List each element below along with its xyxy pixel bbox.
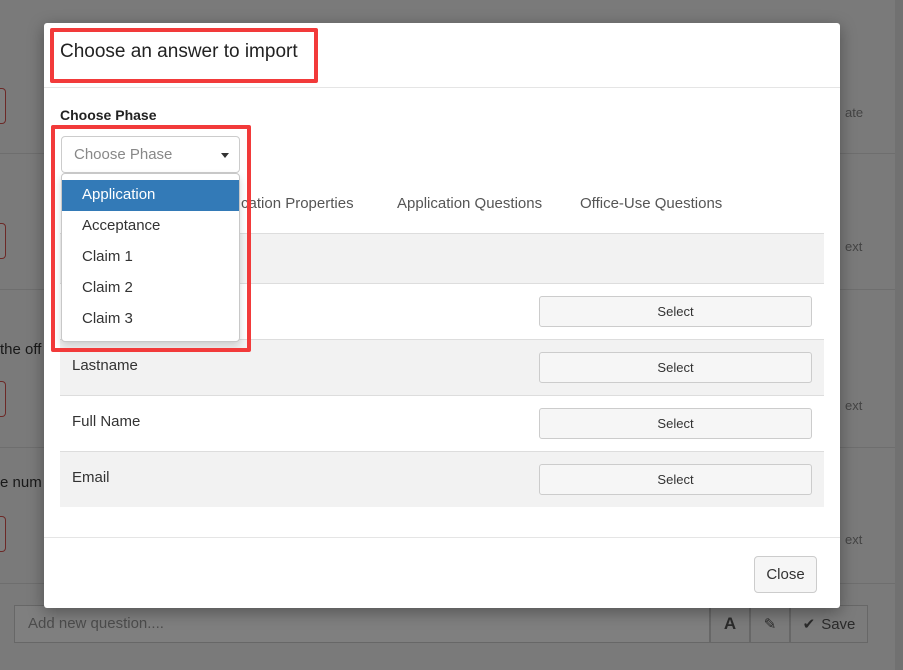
select-button[interactable]: Select — [539, 296, 812, 327]
phase-option-claim-2[interactable]: Claim 2 — [62, 273, 239, 304]
tab-office-use-questions[interactable]: Office-Use Questions — [580, 195, 722, 212]
modal-header: Choose an answer to import — [44, 23, 840, 88]
phase-option-claim-1[interactable]: Claim 1 — [62, 242, 239, 273]
tab-application-properties[interactable]: plication Properties — [226, 195, 354, 212]
phase-option-claim-3[interactable]: Claim 3 — [62, 304, 239, 335]
table-row: Email Select — [60, 451, 824, 507]
phase-option-acceptance[interactable]: Acceptance — [62, 211, 239, 242]
caret-down-icon — [221, 153, 229, 158]
import-answer-modal: Choose an answer to import Choose Phase … — [44, 23, 840, 608]
tab-application-questions[interactable]: Application Questions — [397, 195, 542, 212]
table-row: Full Name Select — [60, 395, 824, 451]
modal-footer: Close — [44, 537, 840, 608]
phase-label: Choose Phase — [60, 107, 157, 123]
phase-option-application[interactable]: Application — [62, 180, 239, 211]
select-button[interactable]: Select — [539, 408, 812, 439]
row-label: Full Name — [72, 413, 141, 430]
table-row: Lastname Select — [60, 339, 824, 395]
row-label: Lastname — [72, 357, 138, 374]
phase-select-placeholder: Choose Phase — [74, 146, 173, 163]
phase-select[interactable]: Choose Phase — [61, 136, 240, 173]
select-button[interactable]: Select — [539, 352, 812, 383]
close-button[interactable]: Close — [754, 556, 817, 593]
select-button[interactable]: Select — [539, 464, 812, 495]
phase-dropdown-menu: Application Acceptance Claim 1 Claim 2 C… — [61, 173, 240, 342]
row-label: Email — [72, 469, 110, 486]
modal-title: Choose an answer to import — [60, 41, 298, 62]
